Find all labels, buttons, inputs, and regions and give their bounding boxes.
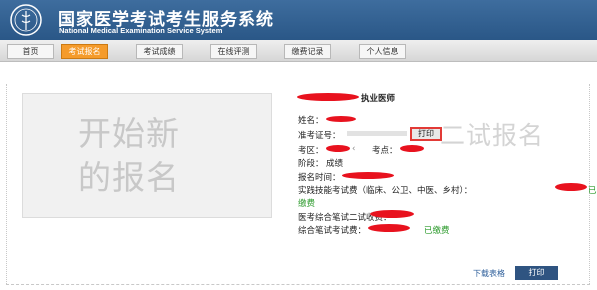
- redaction-mark: [370, 210, 414, 218]
- redaction-mark: [297, 93, 359, 101]
- nav-item-exam-registration[interactable]: 考试报名: [61, 44, 108, 59]
- start-new-registration-label[interactable]: 开始新 的报名: [78, 112, 228, 200]
- main-nav: 首页 考试报名 考试成绩 在线评测 缴费记录 个人信息: [0, 40, 597, 62]
- redaction-mark: [326, 116, 356, 122]
- print-admission-button[interactable]: 打印: [410, 127, 442, 141]
- medical-emblem-icon: [10, 4, 42, 36]
- practical-fee-status: 已: [588, 186, 597, 196]
- nav-item-exam-scores[interactable]: 考试成绩: [136, 44, 183, 59]
- second-exam-watermark: 二试报名: [440, 121, 545, 150]
- redaction-mark: [368, 224, 410, 232]
- site-header: 国家医学考试考生服务系统 National Medical Examinatio…: [0, 0, 597, 40]
- start-new-line2: 的报名: [78, 158, 180, 197]
- start-new-line1: 开始新: [78, 114, 180, 153]
- registration-title: 执业医师: [361, 94, 396, 104]
- nav-item-payment-records[interactable]: 缴费记录: [284, 44, 331, 59]
- stage-label: 阶段：: [298, 159, 324, 169]
- written-fee-status: 已缴费: [424, 226, 450, 236]
- print-button[interactable]: 打印: [515, 266, 558, 280]
- written-fee-label: 综合笔试考试费：: [298, 226, 367, 236]
- download-form-link[interactable]: 下载表格: [473, 268, 505, 279]
- stage-value: 成绩: [326, 159, 344, 169]
- redaction-mark: [342, 172, 394, 179]
- practical-fee-label: 实践技能考试费（临床、公卫、中医、乡村）：: [298, 186, 473, 196]
- content-divider: [6, 284, 590, 285]
- registration-time-label: 报名时间：: [298, 173, 341, 183]
- redaction-mark: [555, 183, 587, 191]
- exam-number-label: 准考证号：: [298, 131, 341, 141]
- name-label: 姓名：: [298, 116, 324, 126]
- site-subtitle: National Medical Examination Service Sys…: [59, 26, 223, 35]
- nav-item-online-assessment[interactable]: 在线评测: [210, 44, 257, 59]
- exam-site-label: 考点：: [372, 146, 398, 156]
- exam-number-value: [347, 131, 407, 136]
- redaction-mark: [326, 145, 350, 152]
- nav-item-home[interactable]: 首页: [7, 44, 54, 59]
- redaction-mark: [400, 145, 424, 152]
- practical-fee-status-cont: 缴费: [298, 199, 316, 209]
- exam-area-label: 考区：: [298, 146, 324, 156]
- nav-item-personal-info[interactable]: 个人信息: [359, 44, 406, 59]
